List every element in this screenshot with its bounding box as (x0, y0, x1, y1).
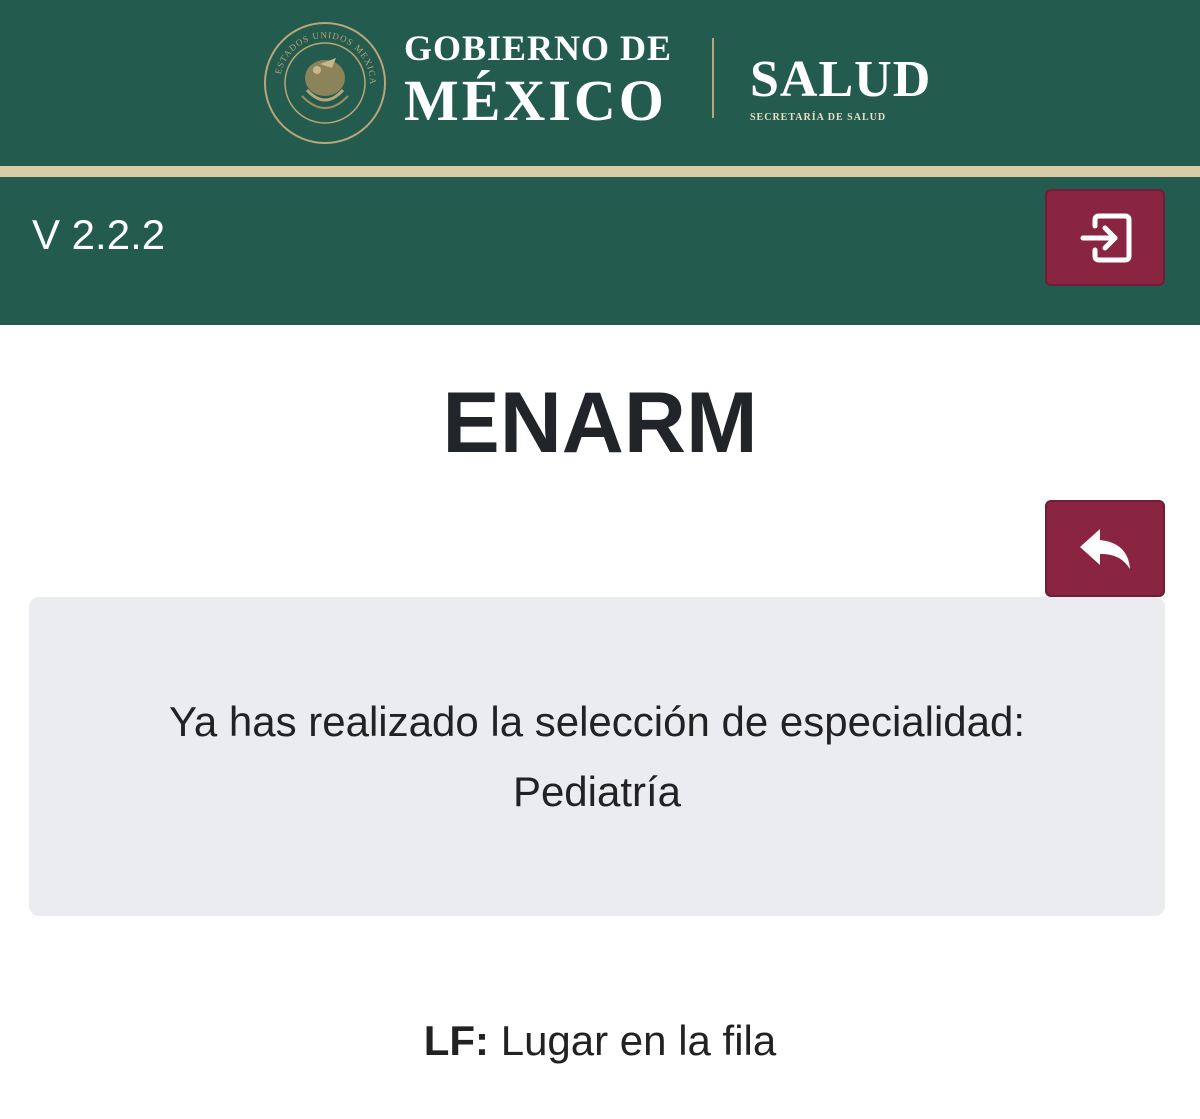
message-line1: Ya has realizado la selección de especia… (168, 697, 1026, 745)
nav-bar (0, 177, 1200, 325)
page-title: ENARM (442, 375, 758, 471)
selected-specialty: Pediatría (512, 767, 682, 815)
national-seal-icon: ESTADOS UNIDOS MEXICANOS (262, 20, 386, 144)
gov-line2: MÉXICO (404, 68, 667, 133)
gov-line1: GOBIERNO DE (404, 28, 673, 68)
back-button[interactable] (1045, 500, 1165, 597)
logout-icon (1080, 213, 1132, 262)
gobierno-de-mexico-logo: GOBIERNO DE MÉXICO (404, 30, 672, 130)
logout-button[interactable] (1045, 189, 1165, 286)
legend-abbr: LF: (423, 1017, 490, 1064)
selection-message-box: Ya has realizado la selección de especia… (29, 597, 1165, 916)
salud-subtitle: SECRETARÍA DE SALUD (750, 112, 887, 123)
gold-divider-strip (0, 166, 1200, 177)
legend-text: Lugar en la fila (500, 1017, 777, 1064)
salud-logo: SALUD SECRETARÍA DE SALUD (750, 51, 932, 124)
government-header: ESTADOS UNIDOS MEXICANOS GOBIERNO DE MÉX… (0, 0, 1200, 166)
header-divider (712, 38, 714, 118)
salud-title: SALUD (750, 51, 932, 108)
version-label: V 2.2.2 (32, 211, 166, 258)
legend: LF: Lugar en la fila (0, 1020, 1200, 1062)
reply-arrow-icon (1080, 528, 1130, 569)
